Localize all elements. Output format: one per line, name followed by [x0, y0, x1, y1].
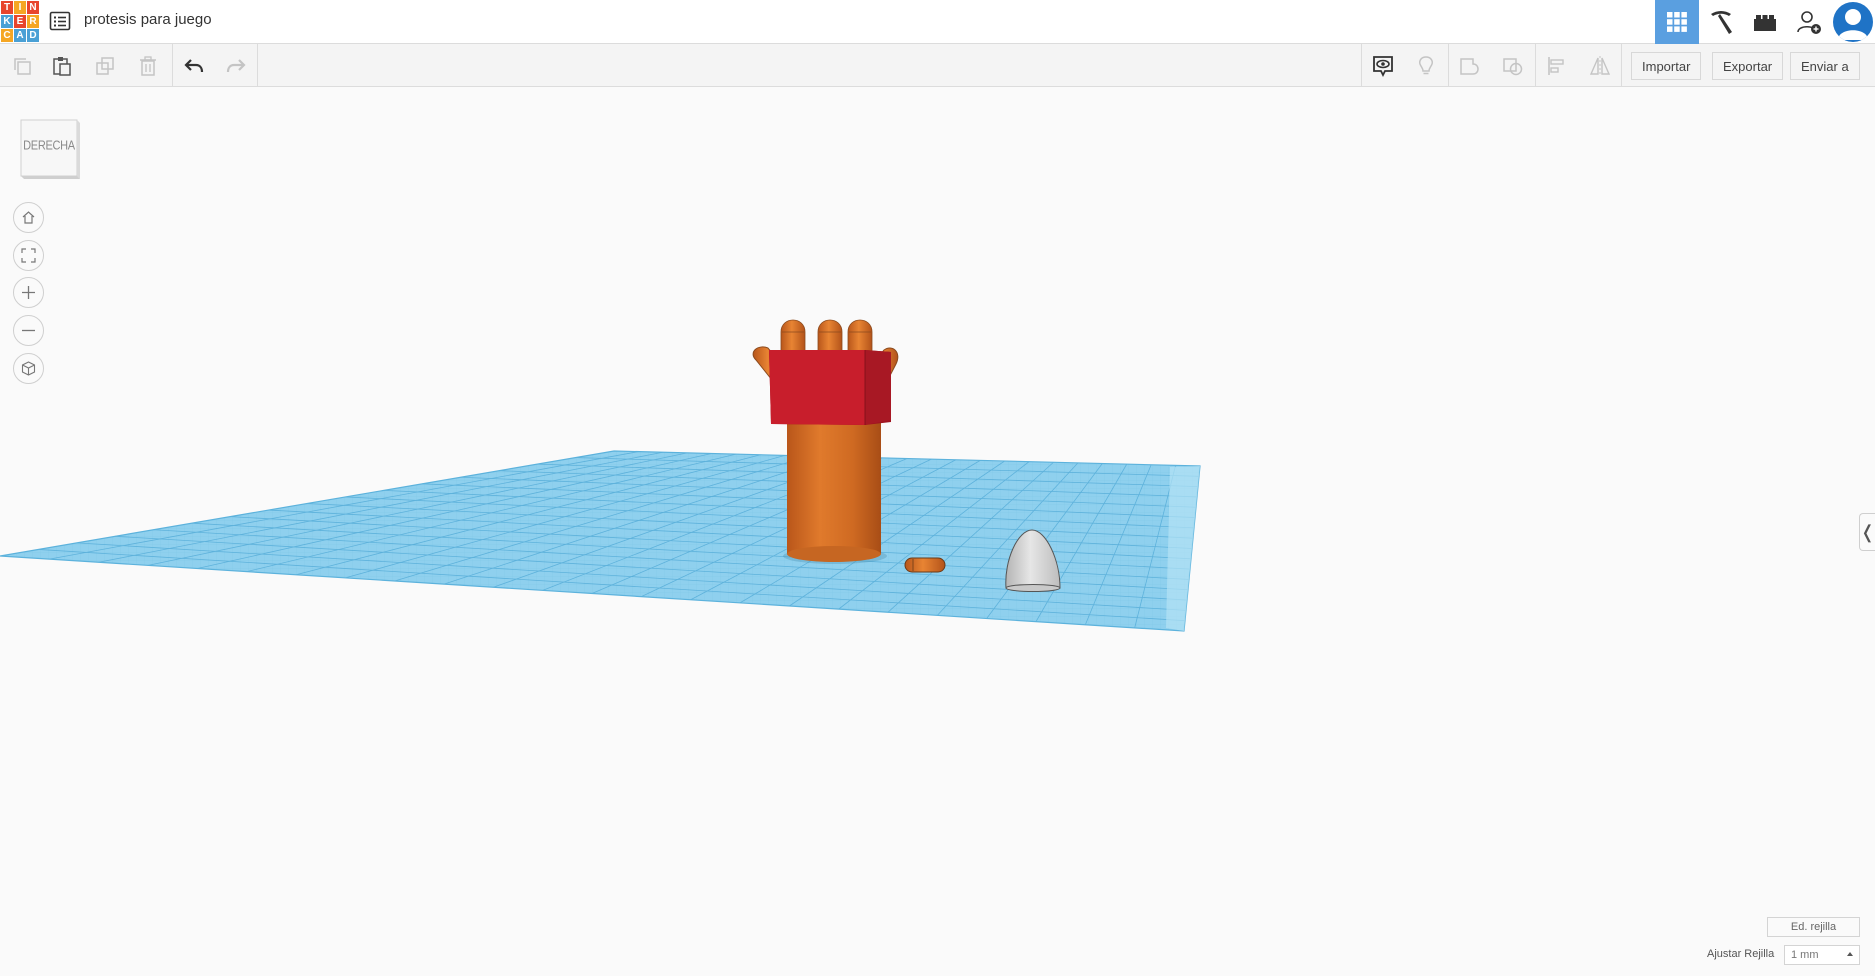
- bricks-button[interactable]: [1743, 0, 1787, 44]
- logo-letter: K: [1, 15, 13, 28]
- add-user-icon: [1797, 11, 1821, 34]
- logo-letter: I: [14, 1, 26, 14]
- export-button[interactable]: Exportar: [1712, 52, 1784, 80]
- edit-grid-button[interactable]: Ed. rejilla: [1767, 917, 1860, 937]
- snap-grid-label: Ajustar Rejilla: [1707, 948, 1775, 960]
- logo-letter: N: [27, 1, 39, 14]
- toolbar-divider: [1621, 44, 1622, 87]
- align-icon: [1547, 56, 1564, 75]
- redo-icon: [226, 58, 246, 72]
- trash-icon: [139, 55, 156, 76]
- chevron-left-icon: ❬: [1859, 521, 1875, 542]
- light-button[interactable]: [1404, 44, 1447, 87]
- caret-up-icon: [1847, 952, 1853, 956]
- group-button[interactable]: [1448, 44, 1491, 87]
- undo-icon: [183, 58, 203, 72]
- ungroup-button[interactable]: [1491, 44, 1534, 87]
- ungroup-icon: [1502, 57, 1522, 75]
- 3d-workspace[interactable]: [0, 88, 1875, 976]
- user-avatar[interactable]: [1831, 0, 1875, 44]
- snap-grid-select[interactable]: 1 mm: [1784, 945, 1860, 965]
- redo-button[interactable]: [214, 44, 257, 87]
- undo-button[interactable]: [172, 44, 215, 87]
- logo-letter: R: [27, 15, 39, 28]
- cylinder-bottom: [787, 546, 881, 562]
- avatar: [1833, 2, 1873, 42]
- paste-button[interactable]: [40, 44, 83, 87]
- send-to-button[interactable]: Enviar a: [1790, 52, 1860, 80]
- duplicate-icon: [95, 56, 114, 75]
- top-bar: T I N K E R C A D protesis para juego: [0, 0, 1875, 44]
- project-title[interactable]: protesis para juego: [84, 11, 212, 28]
- show-all-button[interactable]: [1361, 44, 1404, 87]
- lightbulb-icon: [1418, 55, 1433, 74]
- design-list-button[interactable]: [49, 10, 71, 32]
- logo-letter: E: [14, 15, 26, 28]
- workplane-edge: [1166, 466, 1200, 631]
- paste-icon: [52, 56, 71, 76]
- duplicate-button[interactable]: [83, 44, 126, 87]
- edit-toolbar: Importar Exportar Enviar a: [0, 44, 1875, 87]
- eye-speech-icon: [1372, 55, 1393, 77]
- mirror-button[interactable]: [1578, 44, 1621, 87]
- logo-letter: D: [27, 29, 39, 42]
- delete-button[interactable]: [126, 44, 169, 87]
- blocks-button[interactable]: [1699, 0, 1743, 44]
- top-right-nav: [1655, 0, 1875, 44]
- list-icon: [49, 11, 71, 31]
- add-user-button[interactable]: [1787, 0, 1831, 44]
- import-button[interactable]: Importar: [1631, 52, 1702, 80]
- 3d-view-grid-icon: [1667, 12, 1687, 32]
- align-button[interactable]: [1535, 44, 1578, 87]
- orange-cylinder[interactable]: [787, 410, 881, 562]
- 3d-view-grid-button[interactable]: [1655, 0, 1699, 44]
- collapse-panel-button[interactable]: ❬: [1859, 513, 1875, 551]
- snap-grid-value: 1 mm: [1791, 949, 1819, 961]
- tinkercad-logo[interactable]: T I N K E R C A D: [0, 0, 39, 42]
- logo-letter: A: [14, 29, 26, 42]
- bricks-icon: [1754, 15, 1776, 31]
- box-right: [865, 350, 891, 425]
- copy-icon: [13, 57, 31, 75]
- copy-button[interactable]: [0, 44, 43, 87]
- logo-letter: T: [1, 1, 13, 14]
- small-capsule[interactable]: [904, 557, 946, 573]
- logo-letter: C: [1, 29, 13, 42]
- finger-3[interactable]: [847, 319, 873, 353]
- mirror-icon: [1589, 55, 1610, 76]
- finger-2[interactable]: [817, 319, 843, 353]
- finger-1[interactable]: [780, 319, 806, 353]
- group-icon: [1459, 57, 1479, 75]
- box-front: [769, 350, 865, 425]
- cylinder-body: [787, 410, 881, 554]
- red-palm-box[interactable]: [769, 350, 891, 425]
- avatar-icon: [1838, 9, 1868, 40]
- toolbar-divider: [257, 44, 258, 87]
- pickaxe-icon: [1711, 11, 1732, 34]
